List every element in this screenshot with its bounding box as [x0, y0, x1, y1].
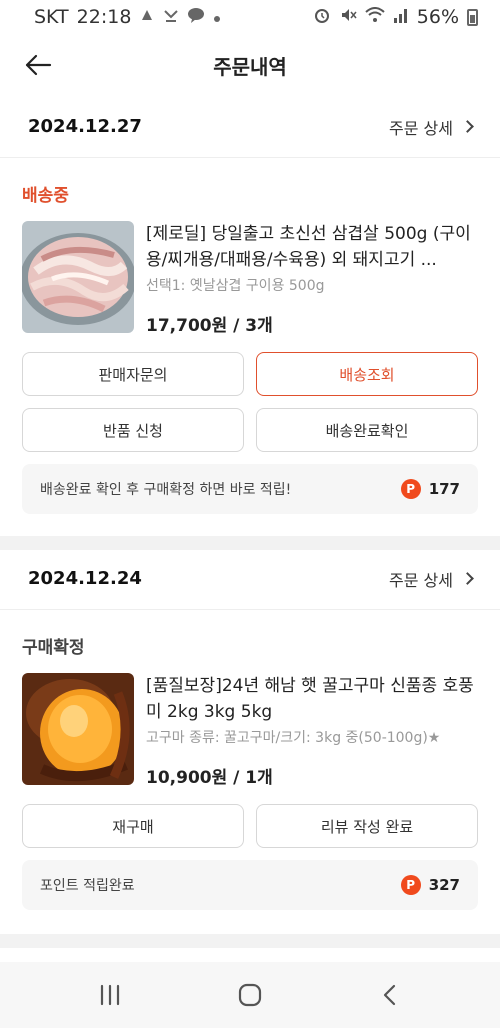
product-info: [제로딜] 당일출고 초신선 삼겹살 500g (구이용/찌개용/대패용/수육용… [146, 221, 478, 336]
order-detail-link[interactable]: 주문 상세 [389, 567, 476, 591]
order-detail-label: 주문 상세 [389, 118, 453, 138]
point-value: P 177 [400, 479, 460, 499]
seller-inquiry-button[interactable]: 판매자문의 [22, 352, 244, 396]
point-icon: P [400, 875, 421, 895]
carrier-label: SKT [34, 6, 69, 28]
order-date-row: 2024.12.24 주문 상세 [0, 548, 500, 610]
recent-apps-button[interactable] [80, 973, 140, 1017]
mute-icon [339, 6, 357, 28]
battery-percent: 56% [416, 6, 459, 28]
talk-icon [187, 7, 205, 27]
point-amount: 327 [428, 876, 460, 894]
action-buttons: 반품 신청 배송완료확인 [0, 408, 500, 452]
clock: 22:18 [76, 6, 132, 28]
review-done-button[interactable]: 리뷰 작성 완료 [256, 804, 478, 848]
order-date-row: 2024.12.27 주문 상세 [0, 96, 500, 158]
confirm-delivery-button[interactable]: 배송완료확인 [256, 408, 478, 452]
home-button[interactable] [220, 973, 280, 1017]
product-item[interactable]: [품질보장]24년 해남 햇 꿀고구마 신품종 호풍미 2kg 3kg 5kg … [0, 673, 500, 788]
chevron-right-icon [461, 572, 474, 585]
return-request-button[interactable]: 반품 신청 [22, 408, 244, 452]
system-nav-bar [0, 962, 500, 1028]
product-name: [제로딜] 당일출고 초신선 삼겹살 500g (구이용/찌개용/대패용/수육용… [146, 224, 471, 270]
point-info-box: 배송완료 확인 후 구매확정 하면 바로 적립! P 177 [22, 464, 478, 514]
product-info: [품질보장]24년 해남 햇 꿀고구마 신품종 호풍미 2kg 3kg 5kg … [146, 673, 478, 788]
chevron-left-icon [383, 984, 396, 1006]
page-title: 주문내역 [213, 54, 287, 79]
notification-icon [139, 7, 155, 27]
section-divider [0, 934, 500, 948]
order-date: 2024.12.24 [28, 568, 142, 589]
missed-call-icon [163, 7, 179, 27]
back-button[interactable] [22, 49, 54, 81]
action-buttons: 판매자문의 배송조회 [0, 352, 500, 396]
order-detail-label: 주문 상세 [389, 570, 453, 590]
order-card: 2024.12.24 주문 상세 구매확정 [품질보장]24년 해남 햇 꿀고구… [0, 548, 500, 928]
track-delivery-button[interactable]: 배송조회 [256, 352, 478, 396]
action-buttons: 재구매 리뷰 작성 완료 [0, 804, 500, 848]
order-detail-link[interactable]: 주문 상세 [389, 115, 476, 139]
battery-icon [467, 8, 478, 26]
dot-icon [213, 8, 221, 27]
product-thumbnail[interactable] [22, 221, 134, 333]
point-text: 배송완료 확인 후 구매확정 하면 바로 적립! [40, 482, 292, 498]
wifi-icon [365, 7, 385, 27]
alarm-icon [313, 6, 331, 28]
product-price: 10,900원 / 1개 [146, 768, 273, 788]
product-option: 선택1: 옛날삼겹 구이용 500g [146, 278, 325, 294]
product-item[interactable]: [제로딜] 당일출고 초신선 삼겹살 500g (구이용/찌개용/대패용/수육용… [0, 221, 500, 336]
point-text: 포인트 적립완료 [40, 878, 135, 894]
chevron-right-icon [461, 120, 474, 133]
order-date: 2024.12.27 [28, 116, 142, 137]
point-icon: P [400, 479, 421, 499]
order-status: 구매확정 [22, 638, 85, 658]
product-price: 17,700원 / 3개 [146, 316, 273, 336]
signal-icon [393, 7, 409, 27]
product-thumbnail[interactable] [22, 673, 134, 785]
app-header: 주문내역 [0, 34, 500, 96]
point-info-box: 포인트 적립완료 P 327 [22, 860, 478, 910]
point-value: P 327 [400, 875, 460, 895]
product-name: [품질보장]24년 해남 햇 꿀고구마 신품종 호풍미 2kg 3kg 5kg [146, 676, 474, 722]
product-option: 고구마 종류: 꿀고구마/크기: 3kg 중(50-100g)★ [146, 730, 441, 746]
reorder-button[interactable]: 재구매 [22, 804, 244, 848]
point-amount: 177 [428, 480, 460, 498]
system-back-button[interactable] [360, 973, 420, 1017]
order-status: 배송중 [22, 186, 69, 206]
recent-apps-icon [100, 984, 120, 1006]
status-bar: SKT 22:18 56% [0, 0, 500, 34]
home-icon [238, 983, 262, 1007]
arrow-left-icon [25, 54, 52, 76]
order-card: 2024.12.27 주문 상세 배송중 [제로딜] 당일출고 초신선 삼겹살 … [0, 96, 500, 536]
